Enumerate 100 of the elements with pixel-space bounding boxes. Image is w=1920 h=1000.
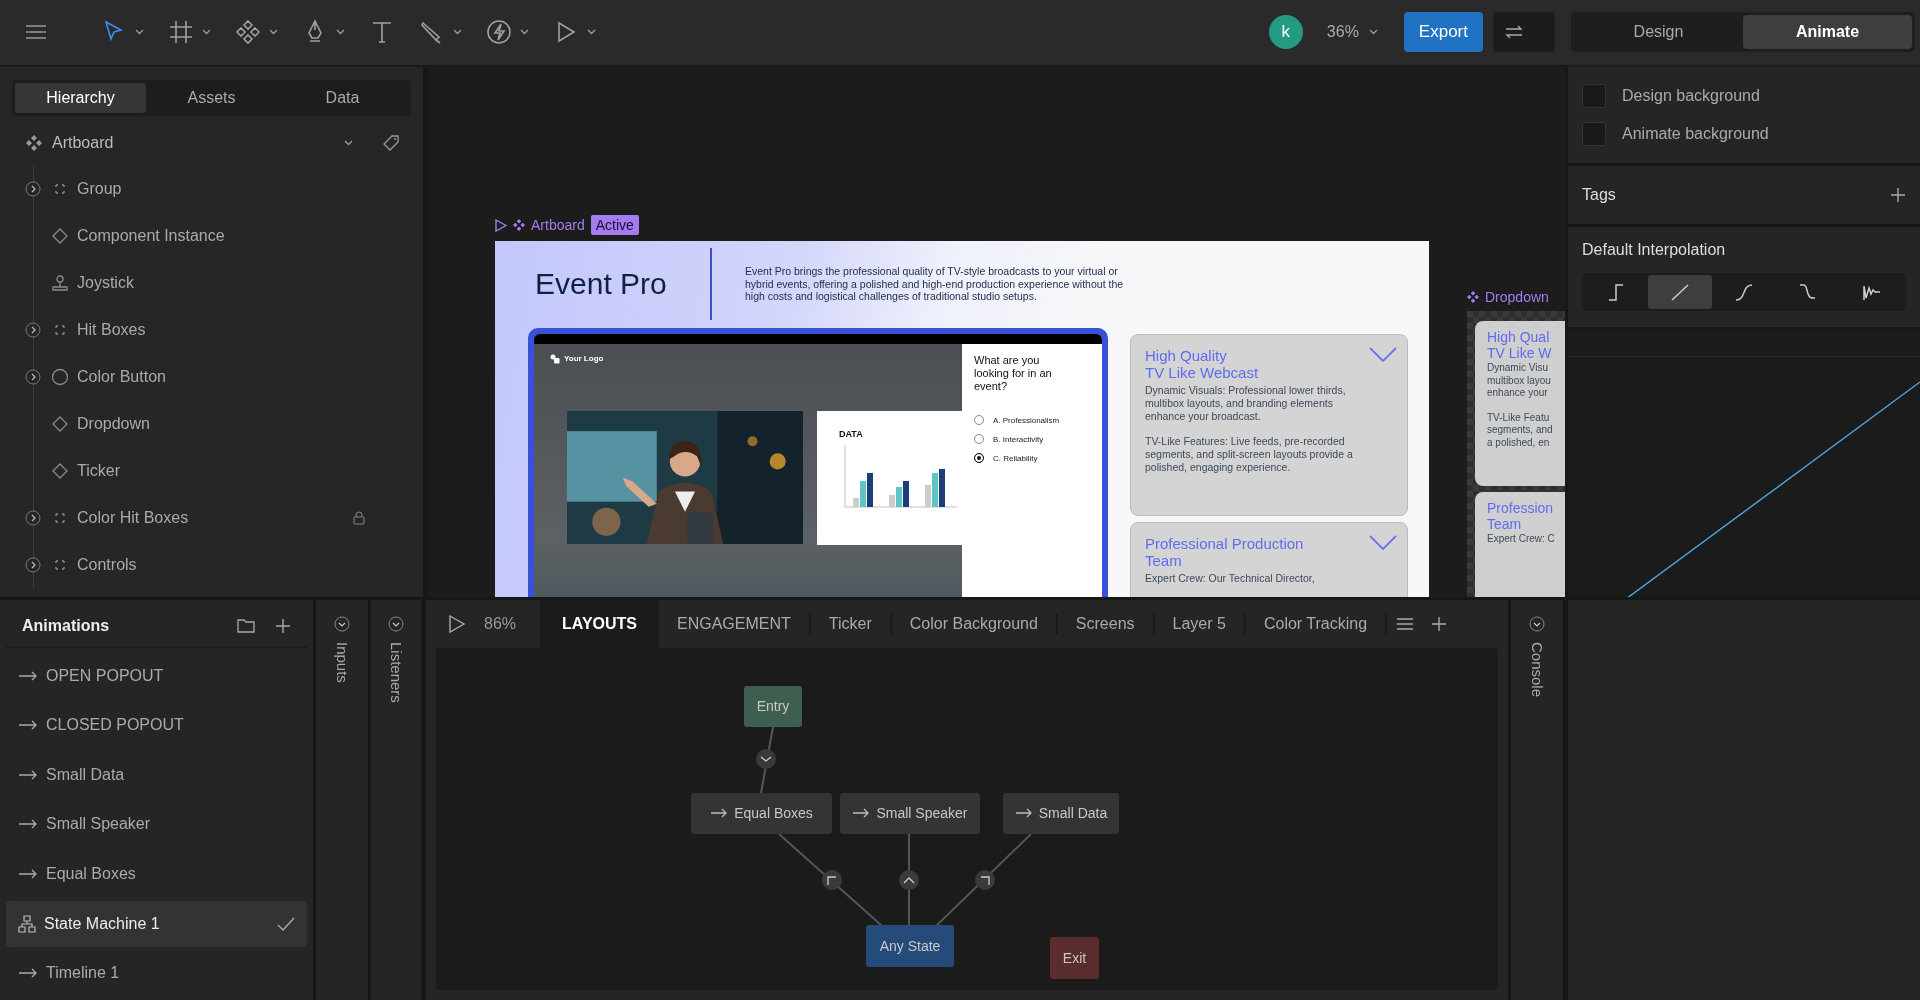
artboard-description: Event Pro brings the professional quality of TV-style broadcasts to your virtual or hybrid events, offering a polished and high-end production experience without the high costs and logistical challenges of traditional studio setups. bbox=[745, 265, 1125, 303]
collapse-icon[interactable] bbox=[334, 615, 350, 632]
animation-item[interactable]: CLOSED POPOUT bbox=[6, 702, 307, 749]
transition-icon[interactable] bbox=[975, 869, 995, 890]
radio-button[interactable] bbox=[974, 453, 984, 464]
layer-tab[interactable]: Screens bbox=[1057, 599, 1153, 648]
expand-icon[interactable] bbox=[25, 557, 41, 574]
mode-tab[interactable]: Design bbox=[1574, 15, 1743, 50]
swap-icon bbox=[1505, 25, 1523, 40]
component-name[interactable]: Dropdown bbox=[1485, 288, 1549, 305]
arrow-icon bbox=[18, 769, 38, 780]
caret-icon[interactable] bbox=[520, 29, 529, 36]
lock-icon[interactable] bbox=[353, 511, 365, 526]
side-tab[interactable]: Console bbox=[1528, 641, 1546, 697]
animation-item[interactable]: OPEN POPOUT bbox=[6, 652, 307, 699]
tree-item[interactable]: Joystick bbox=[25, 259, 411, 307]
chevron-icon[interactable] bbox=[1369, 534, 1397, 551]
layer-tab[interactable]: Ticker bbox=[810, 599, 890, 648]
state-node[interactable]: Equal Boxes bbox=[691, 792, 832, 834]
tree-item[interactable]: Dropdown bbox=[25, 400, 411, 448]
state-node[interactable]: Entry bbox=[744, 685, 802, 727]
radio-button[interactable] bbox=[974, 434, 984, 445]
transition-icon[interactable] bbox=[822, 869, 842, 890]
collapse-icon[interactable] bbox=[388, 615, 404, 632]
caret-icon[interactable] bbox=[1368, 29, 1378, 36]
expand-icon[interactable] bbox=[25, 181, 41, 198]
layer-tab[interactable]: Color Tracking bbox=[1245, 599, 1386, 648]
layer-tab[interactable]: LAYOUTS bbox=[540, 599, 659, 648]
tree-item[interactable]: Color Hit Boxes bbox=[25, 494, 411, 542]
collapse-icon[interactable] bbox=[1529, 615, 1545, 632]
state-node[interactable]: Any State bbox=[866, 924, 954, 967]
folder-icon[interactable] bbox=[237, 618, 255, 634]
section-title: Tags bbox=[1582, 185, 1616, 204]
state-node[interactable]: Small Speaker bbox=[840, 792, 980, 834]
caret-icon[interactable] bbox=[587, 29, 596, 36]
tree-item[interactable]: Ticker bbox=[25, 447, 411, 495]
radio-button[interactable] bbox=[974, 415, 984, 426]
caret-icon[interactable] bbox=[344, 139, 353, 146]
user-avatar[interactable]: k bbox=[1268, 15, 1303, 50]
card-text: a polished, en bbox=[1487, 436, 1551, 450]
export-button[interactable]: Export bbox=[1403, 12, 1483, 53]
add-icon[interactable] bbox=[1890, 186, 1906, 203]
menu-icon[interactable] bbox=[1397, 616, 1414, 631]
animation-item[interactable]: State Machine 1 bbox=[6, 900, 307, 947]
transition-icon[interactable] bbox=[899, 869, 919, 890]
mode-tab[interactable]: Animate bbox=[1743, 15, 1912, 50]
play-icon[interactable] bbox=[495, 218, 507, 232]
tag-icon[interactable] bbox=[383, 134, 399, 151]
play-icon[interactable] bbox=[448, 613, 466, 634]
artboard-name[interactable]: Artboard bbox=[531, 217, 585, 234]
layer-tab[interactable]: Layer 5 bbox=[1154, 599, 1244, 648]
expand-icon[interactable] bbox=[25, 322, 41, 339]
tree-item[interactable]: Controls bbox=[25, 541, 411, 589]
chevron-icon[interactable] bbox=[1369, 346, 1397, 363]
menu-icon[interactable] bbox=[25, 24, 47, 41]
tree-item[interactable]: Color Button bbox=[25, 353, 411, 401]
option-label: B. Interactivity bbox=[993, 434, 1044, 444]
state-node[interactable]: Small Data bbox=[1003, 792, 1119, 834]
arrow-icon bbox=[18, 968, 38, 979]
logo-text: Your Logo bbox=[564, 354, 604, 364]
panel-tab[interactable]: Hierarchy bbox=[15, 82, 146, 113]
component-icon bbox=[26, 134, 42, 151]
caret-icon[interactable] bbox=[135, 29, 144, 36]
layer-tab[interactable]: Color Background bbox=[891, 599, 1056, 648]
checkbox[interactable] bbox=[1582, 121, 1606, 146]
swap-button[interactable] bbox=[1493, 12, 1555, 53]
animation-item[interactable]: Small Data bbox=[6, 751, 307, 798]
arrow-icon bbox=[18, 868, 38, 879]
caret-icon[interactable] bbox=[336, 29, 345, 36]
tree-item[interactable]: Group bbox=[25, 165, 411, 213]
zoom-level[interactable]: 86% bbox=[484, 614, 517, 633]
check-icon bbox=[277, 916, 295, 931]
panel-tab[interactable]: Assets bbox=[146, 82, 277, 113]
caret-icon[interactable] bbox=[453, 29, 462, 36]
caret-icon[interactable] bbox=[202, 29, 211, 36]
section-title: Default Interpolation bbox=[1582, 240, 1726, 258]
animation-item[interactable]: Small Speaker bbox=[6, 801, 307, 848]
expand-icon[interactable] bbox=[25, 510, 41, 527]
layer-tab[interactable]: ENGAGEMENT bbox=[659, 599, 809, 648]
zoom-level[interactable]: 36% bbox=[1326, 23, 1359, 42]
arrow-icon bbox=[18, 670, 38, 681]
frame-icon bbox=[168, 19, 194, 46]
tree-item[interactable]: Artboard bbox=[52, 133, 334, 152]
card-text: segments, and bbox=[1487, 424, 1554, 437]
side-tab[interactable]: Inputs bbox=[333, 641, 351, 683]
add-icon[interactable] bbox=[1431, 615, 1448, 632]
state-node[interactable]: Exit bbox=[1050, 936, 1099, 979]
panel-tab[interactable]: Data bbox=[277, 82, 408, 113]
side-tab[interactable]: Listeners bbox=[387, 641, 405, 703]
add-icon[interactable] bbox=[275, 617, 291, 634]
expand-icon[interactable] bbox=[25, 369, 41, 386]
animation-item[interactable]: Equal Boxes bbox=[6, 850, 307, 897]
animation-item[interactable]: Timeline 1 bbox=[6, 950, 307, 997]
tree-item[interactable]: Hit Boxes bbox=[25, 306, 411, 354]
transition-icon[interactable] bbox=[756, 748, 776, 769]
checkbox[interactable] bbox=[1582, 83, 1606, 108]
checkbox-label: Animate background bbox=[1622, 124, 1769, 143]
tree-item[interactable]: Component Instance bbox=[25, 212, 411, 260]
caret-icon[interactable] bbox=[269, 29, 278, 36]
arrow-icon bbox=[18, 819, 38, 830]
